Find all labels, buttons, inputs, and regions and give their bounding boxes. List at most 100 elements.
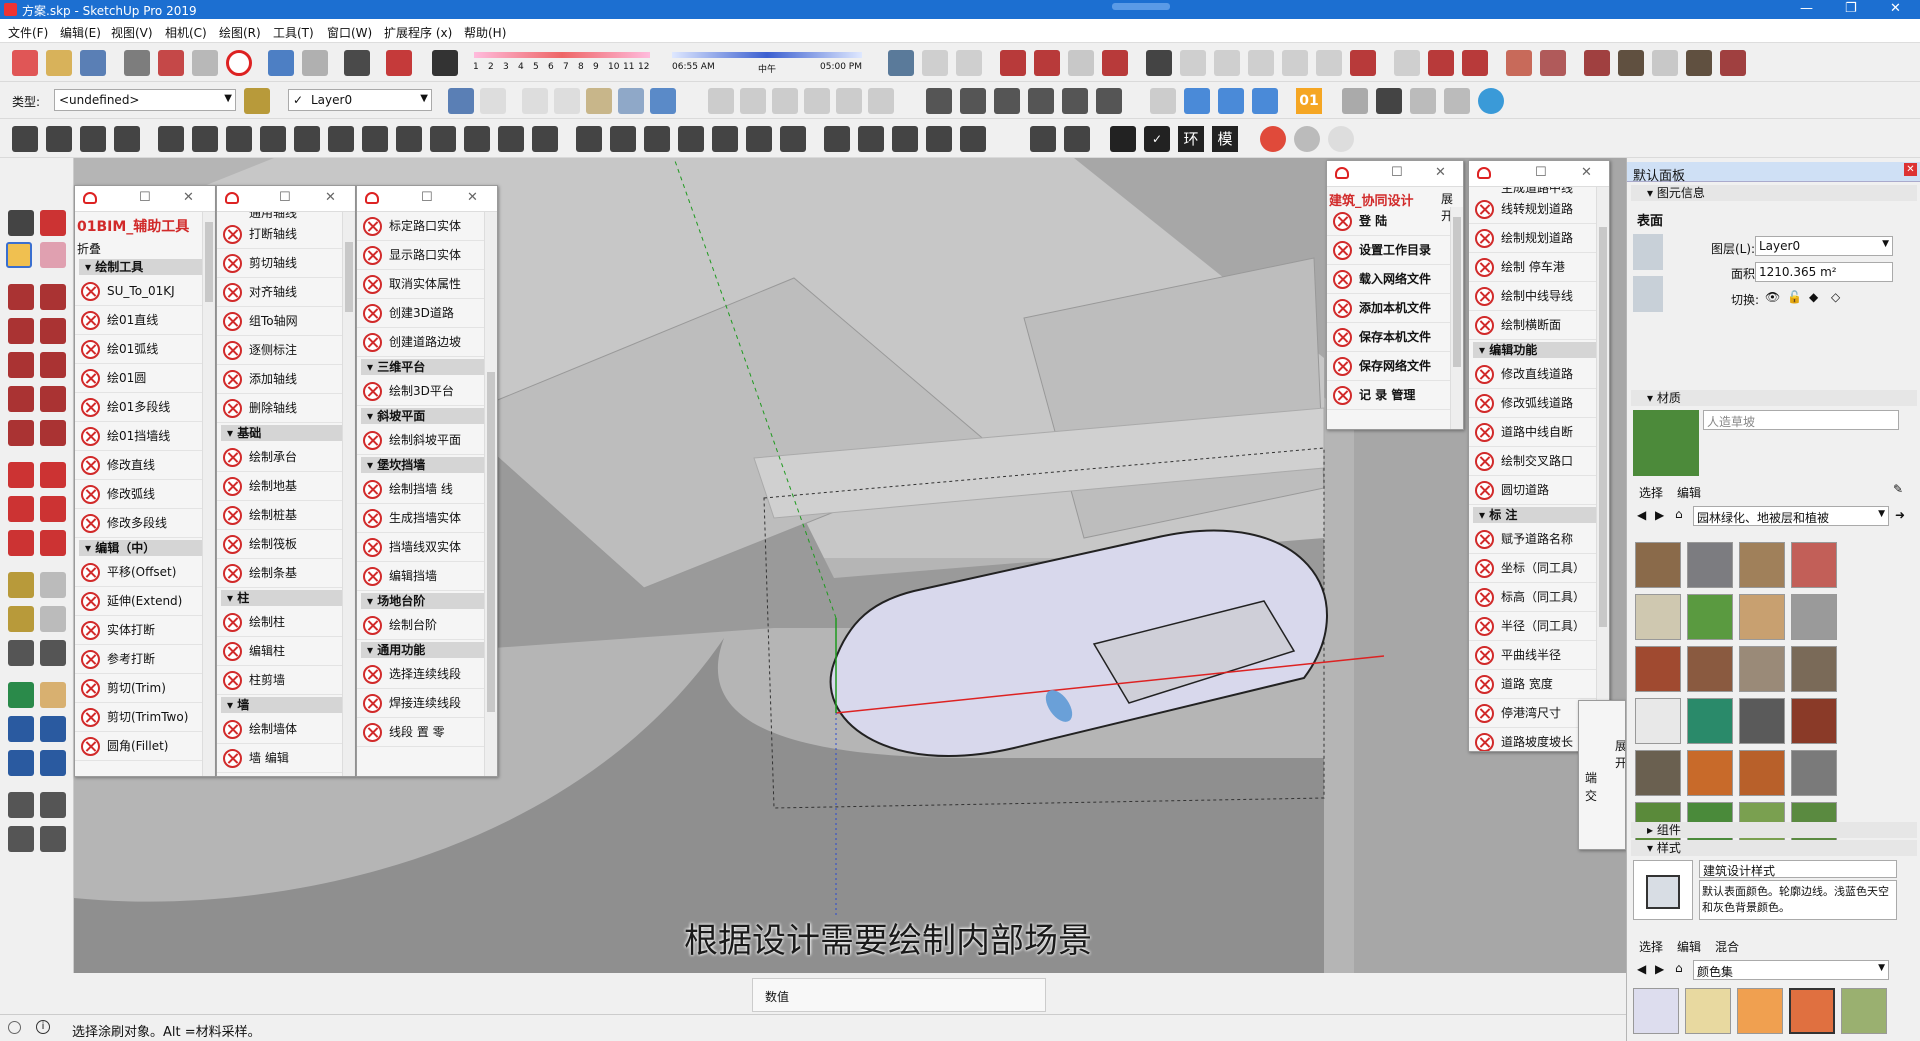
tool-select-continuous[interactable]: 选择连续线段 xyxy=(357,660,497,689)
freehand-icon[interactable] xyxy=(40,284,66,310)
tool-elevation[interactable]: 标高（同工具） xyxy=(1469,583,1609,612)
line-join-icon[interactable] xyxy=(644,126,670,152)
tool-road-centerline-break[interactable]: 道路中线自断 xyxy=(1469,418,1609,447)
polygon-icon[interactable] xyxy=(40,352,66,378)
select-arrow-icon[interactable] xyxy=(8,210,34,236)
solid-union-icon[interactable] xyxy=(926,88,952,114)
follow-me-icon[interactable] xyxy=(40,496,66,522)
eyedropper-icon[interactable]: ✎ xyxy=(1893,482,1903,496)
material-swatch[interactable] xyxy=(1635,594,1681,640)
model-info-icon[interactable] xyxy=(386,50,412,76)
plugin-circle-icon[interactable] xyxy=(1294,126,1320,152)
tool-show-intersection-entity[interactable]: 显示路口实体 xyxy=(357,241,497,270)
lock-icon[interactable]: 🔓 xyxy=(1787,290,1802,304)
redo-icon[interactable] xyxy=(302,50,328,76)
maximize-button[interactable]: ❐ xyxy=(1845,1,1857,16)
measurements-field[interactable]: 数值 xyxy=(752,978,1046,1012)
close-button[interactable]: ✕ xyxy=(1890,1,1901,16)
extrude-icon[interactable] xyxy=(498,126,524,152)
styles-header[interactable]: ▾ 样式 xyxy=(1631,840,1917,856)
axes-tool-icon[interactable] xyxy=(8,640,34,666)
tool-set-work-dir[interactable]: 设置工作目录 xyxy=(1327,236,1463,265)
tool-draw-cross-section[interactable]: 绘制横断面 xyxy=(1469,311,1609,340)
scroll-thumb[interactable] xyxy=(345,242,353,312)
terrain-icon[interactable] xyxy=(922,50,948,76)
material-swatch[interactable] xyxy=(1739,594,1785,640)
material-swatch[interactable] xyxy=(1635,646,1681,692)
scroll-thumb[interactable] xyxy=(205,222,213,302)
shadow-toggle-icon[interactable] xyxy=(432,50,458,76)
arch-icon[interactable] xyxy=(576,126,602,152)
geo-status-icon[interactable] xyxy=(8,1021,21,1034)
material-swatch[interactable] xyxy=(1791,698,1837,744)
components-header[interactable]: ▸ 组件 xyxy=(1631,822,1917,838)
railing-icon[interactable] xyxy=(158,126,184,152)
solid-split-icon[interactable] xyxy=(1062,88,1088,114)
back-edges-icon[interactable] xyxy=(480,88,506,114)
style-swatch-1[interactable] xyxy=(1633,988,1679,1034)
tool-draw-line[interactable]: 绘01直线 xyxy=(75,306,215,335)
erase-icon[interactable] xyxy=(226,50,252,76)
offset-icon[interactable] xyxy=(40,530,66,556)
section-wall[interactable]: ▾ 墙 xyxy=(221,697,351,713)
plugin-check-icon[interactable] xyxy=(1376,88,1402,114)
forward-arrow-icon[interactable]: ▶ xyxy=(1655,508,1664,522)
panel-scrollbar[interactable] xyxy=(1450,207,1463,429)
group-icon[interactable] xyxy=(1218,88,1244,114)
tool-assign-road-name[interactable]: 赋予道路名称 xyxy=(1469,525,1609,554)
undo-icon[interactable] xyxy=(268,50,294,76)
look-around-tool-icon[interactable] xyxy=(40,792,66,818)
material-swatch[interactable] xyxy=(1635,698,1681,744)
entity-info-header[interactable]: ▾ 图元信息 xyxy=(1631,185,1917,201)
mirror-icon[interactable] xyxy=(824,126,850,152)
section-cut-icon[interactable] xyxy=(1350,50,1376,76)
plugin-circle-2-icon[interactable] xyxy=(1328,126,1354,152)
section-edit-mid[interactable]: ▾ 编辑（中） xyxy=(79,540,211,556)
tool-reference-break[interactable]: 参考打断 xyxy=(75,645,215,674)
front-material-swatch[interactable] xyxy=(1633,234,1663,270)
visibility-eye-icon[interactable]: 👁 xyxy=(1765,290,1780,304)
tool-draw-slope-plane[interactable]: 绘制斜坡平面 xyxy=(357,426,497,455)
layer-dropdown[interactable]: ✓ Layer0 ▼ xyxy=(288,89,432,111)
close-icon[interactable]: ✕ xyxy=(325,190,336,205)
style-swatch-3[interactable] xyxy=(1737,988,1783,1034)
fold-toggle[interactable]: 折叠 xyxy=(75,236,215,257)
tool-extend[interactable]: 延伸(Extend) xyxy=(75,587,215,616)
plugin-g-icon[interactable] xyxy=(1686,50,1712,76)
tool-circle-cut-road[interactable]: 圆切道路 xyxy=(1469,476,1609,505)
plugin-d-icon[interactable] xyxy=(1584,50,1610,76)
section-3d-platform[interactable]: ▾ 三维平台 xyxy=(361,359,493,375)
move-icon[interactable] xyxy=(8,462,34,488)
scroll-thumb[interactable] xyxy=(1599,227,1607,627)
save-icon[interactable] xyxy=(80,50,106,76)
tool-mark-intersection-entity[interactable]: 标定路口实体 xyxy=(357,212,497,241)
material-name-field[interactable]: 人造草坡 xyxy=(1703,410,1899,430)
cast-shadow-icon[interactable]: ◇ xyxy=(1831,290,1840,304)
material-swatch[interactable] xyxy=(1791,750,1837,796)
tape-measure-icon[interactable] xyxy=(8,572,34,598)
two-point-arc-icon[interactable] xyxy=(40,386,66,412)
paint-bucket-tool-icon[interactable] xyxy=(6,242,32,268)
tool-edit-line[interactable]: 修改直线 xyxy=(75,451,215,480)
tree-icon[interactable] xyxy=(712,126,738,152)
plugin-01-badge[interactable]: 01 xyxy=(1296,88,1322,114)
section-slope-plane[interactable]: ▾ 斜坡平面 xyxy=(361,408,493,424)
details-arrow-icon[interactable]: ➜ xyxy=(1895,508,1905,522)
tool-draw-pile-cap[interactable]: 绘制承台 xyxy=(217,443,355,472)
component-options-icon[interactable] xyxy=(1252,88,1278,114)
measurements-box[interactable] xyxy=(750,972,1040,973)
style-collection-select[interactable]: 颜色集 ▼ xyxy=(1693,960,1889,980)
array-icon[interactable] xyxy=(858,126,884,152)
tool-retaining-double-entity[interactable]: 挡墙线双实体 xyxy=(357,533,497,562)
back-material-swatch[interactable] xyxy=(1633,276,1663,312)
wave-icon[interactable] xyxy=(610,126,636,152)
checkbox-icon[interactable]: ✓ xyxy=(1144,126,1170,152)
tool-offset[interactable]: 平移(Offset) xyxy=(75,558,215,587)
panel-scrollbar[interactable] xyxy=(202,212,215,776)
target-icon[interactable] xyxy=(1064,126,1090,152)
material-swatch[interactable] xyxy=(1687,698,1733,744)
tool-create-3d-road[interactable]: 创建3D道路 xyxy=(357,299,497,328)
tool-draw-raft[interactable]: 绘制筏板 xyxy=(217,530,355,559)
section-retaining-wall[interactable]: ▾ 堡坎挡墙 xyxy=(361,457,493,473)
receive-shadow-icon[interactable]: ◆ xyxy=(1809,290,1818,304)
